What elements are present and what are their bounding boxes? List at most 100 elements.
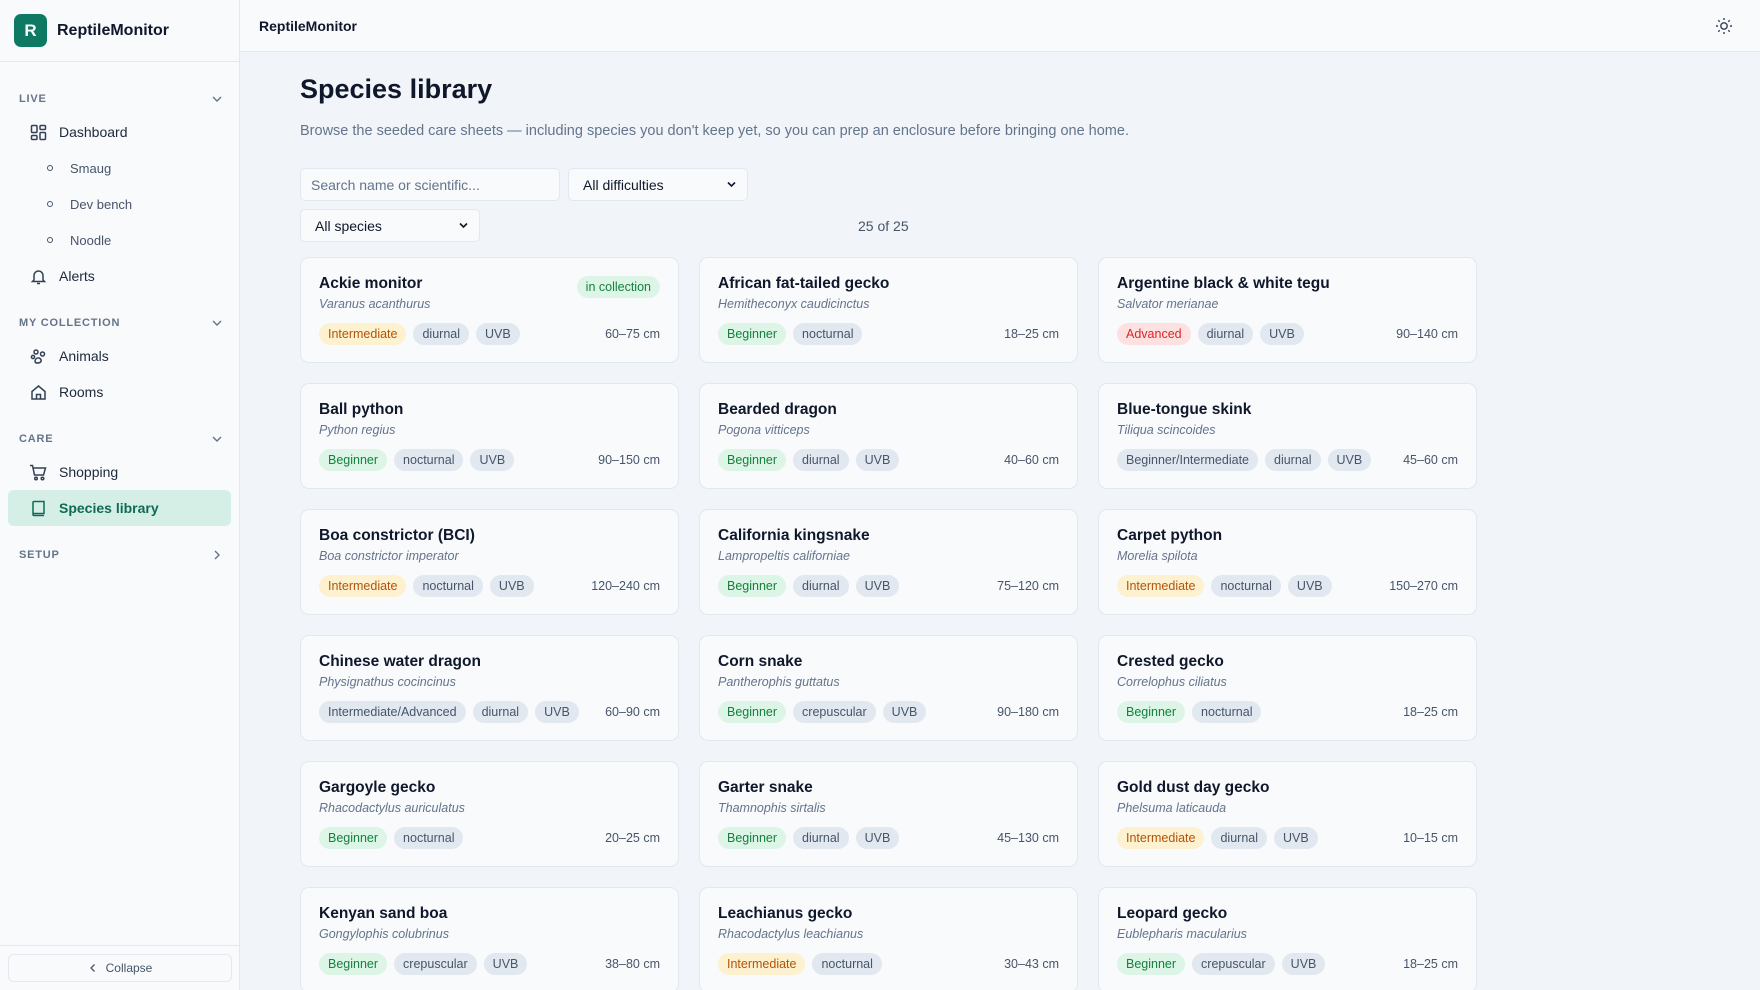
species-size: 75–120 cm (997, 579, 1059, 593)
species-size: 18–25 cm (1403, 705, 1458, 719)
sidebar-item-rooms[interactable]: Rooms (8, 374, 231, 410)
sidebar: R ReptileMonitor LIVE Dashboard Smaug De… (0, 0, 240, 990)
activity-badge: nocturnal (1211, 575, 1281, 597)
sidebar-nav: LIVE Dashboard Smaug Dev bench Noodle Al… (0, 62, 239, 570)
species-tags: Intermediate/Advanced diurnal UVB 60–90 cm (319, 701, 660, 723)
species-card[interactable]: Argentine black & white tegu Salvator mer… (1098, 257, 1477, 363)
species-card[interactable]: Chinese water dragon Physignathus cocinci… (300, 635, 679, 741)
species-tags: Beginner nocturnal UVB 90–150 cm (319, 449, 660, 471)
sidebar-item-shopping[interactable]: Shopping (8, 454, 231, 490)
species-select-value: All species (315, 217, 382, 234)
species-card[interactable]: Carpet python Morelia spilota Intermediate… (1098, 509, 1477, 615)
species-size: 60–75 cm (605, 327, 660, 341)
species-scientific-name: Salvator merianae (1117, 297, 1219, 311)
species-size: 60–90 cm (605, 705, 660, 719)
activity-badge: diurnal (472, 701, 529, 723)
sidebar-sub-item-noodle[interactable]: Noodle (0, 222, 239, 258)
difficulty-badge: Beginner (319, 449, 388, 471)
species-size: 20–25 cm (605, 831, 660, 845)
section-my-collection[interactable]: MY COLLECTION (0, 308, 239, 338)
species-size: 45–130 cm (997, 831, 1059, 845)
species-card[interactable]: Leopard gecko Eublepharis macularius Begin… (1098, 887, 1477, 990)
species-name: Gold dust day gecko (1117, 779, 1270, 796)
species-scientific-name: Hemitheconyx caudicinctus (718, 297, 870, 311)
circle-icon (47, 237, 53, 243)
section-care-label: CARE (19, 433, 54, 445)
species-card[interactable]: Gargoyle gecko Rhacodactylus auriculatus B… (300, 761, 679, 867)
uvb-badge: UVB (1260, 323, 1304, 345)
activity-badge: diurnal (1197, 323, 1254, 345)
difficulty-badge: Intermediate/Advanced (319, 701, 466, 723)
species-select[interactable]: All species (300, 209, 480, 242)
section-live-label: LIVE (19, 93, 47, 105)
sidebar-item-alerts[interactable]: Alerts (8, 258, 231, 294)
species-name: Blue-tongue skink (1117, 401, 1252, 418)
sidebar-sub-label: Noodle (70, 232, 112, 248)
species-card[interactable]: Garter snake Thamnophis sirtalis Beginner d… (699, 761, 1078, 867)
paw-icon (29, 347, 47, 365)
search-input[interactable] (300, 168, 560, 201)
difficulty-badge: Intermediate (319, 575, 407, 597)
sidebar-item-dashboard[interactable]: Dashboard (8, 114, 231, 150)
species-card[interactable]: Leachianus gecko Rhacodactylus leachianus… (699, 887, 1078, 990)
circle-icon (47, 201, 53, 207)
species-scientific-name: Python regius (319, 423, 396, 437)
section-my-collection-label: MY COLLECTION (19, 317, 121, 329)
cart-icon (29, 463, 47, 481)
uvb-badge: UVB (470, 449, 515, 471)
species-tags: Beginner nocturnal 18–25 cm (718, 323, 1059, 345)
sun-icon[interactable] (1714, 16, 1734, 36)
species-name: Leachianus gecko (718, 905, 853, 922)
species-card[interactable]: Ackie monitor Varanus acanthurus in collec… (300, 257, 679, 363)
activity-badge: diurnal (793, 827, 849, 849)
collapse-button[interactable]: Collapse (8, 954, 232, 982)
sidebar-sub-item-dev-bench[interactable]: Dev bench (0, 186, 239, 222)
section-care[interactable]: CARE (0, 424, 239, 454)
species-card[interactable]: African fat-tailed gecko Hemitheconyx cau… (699, 257, 1078, 363)
species-size: 18–25 cm (1004, 327, 1059, 341)
species-name: Garter snake (718, 779, 813, 796)
species-scientific-name: Rhacodactylus leachianus (718, 927, 864, 941)
difficulty-badge: Beginner (1117, 953, 1186, 975)
species-card[interactable]: Gold dust day gecko Phelsuma laticauda Int… (1098, 761, 1477, 867)
species-card[interactable]: Ball python Python regius Beginner nocturna… (300, 383, 679, 489)
species-tags: Beginner crepuscular UVB 90–180 cm (718, 701, 1059, 723)
species-card[interactable]: Boa constrictor (BCI) Boa constrictor imp… (300, 509, 679, 615)
activity-badge: nocturnal (394, 449, 464, 471)
collapse-label: Collapse (105, 961, 153, 975)
activity-badge: nocturnal (1192, 701, 1262, 723)
sidebar-item-animals[interactable]: Animals (8, 338, 231, 374)
chevron-down-icon (212, 320, 222, 326)
difficulty-badge: Beginner (718, 449, 787, 471)
sidebar-sub-item-smaug[interactable]: Smaug (0, 150, 239, 186)
species-card[interactable]: Blue-tongue skink Tiliqua scincoides Begin… (1098, 383, 1477, 489)
species-tags: Intermediate nocturnal 30–43 cm (718, 953, 1059, 975)
species-scientific-name: Pogona vitticeps (718, 423, 810, 437)
species-size: 40–60 cm (1004, 453, 1059, 467)
species-name: Leopard gecko (1117, 905, 1228, 922)
section-setup[interactable]: SETUP (0, 540, 239, 570)
activity-badge: nocturnal (812, 953, 882, 975)
species-scientific-name: Physignathus cocincinus (319, 675, 456, 689)
sidebar-item-animals-label: Animals (59, 348, 109, 364)
species-card[interactable]: California kingsnake Lampropeltis califor… (699, 509, 1078, 615)
section-live[interactable]: LIVE (0, 84, 239, 114)
species-card[interactable]: Bearded dragon Pogona vitticeps Beginner di… (699, 383, 1078, 489)
difficulty-select-value: All difficulties (583, 176, 664, 193)
difficulty-badge: Intermediate (1117, 575, 1205, 597)
chevron-down-icon (212, 96, 222, 102)
brand[interactable]: R ReptileMonitor (0, 0, 239, 62)
species-card[interactable]: Corn snake Pantherophis guttatus Beginner c… (699, 635, 1078, 741)
species-card[interactable]: Crested gecko Correlophus ciliatus Beginne… (1098, 635, 1477, 741)
uvb-badge: UVB (489, 575, 534, 597)
species-tags: Advanced diurnal UVB 90–140 cm (1117, 323, 1458, 345)
sidebar-item-species-library[interactable]: Species library (8, 490, 231, 526)
difficulty-select[interactable]: All difficulties (568, 168, 748, 201)
activity-badge: diurnal (793, 449, 849, 471)
species-name: Boa constrictor (BCI) (319, 527, 475, 544)
difficulty-badge: Beginner (1117, 701, 1186, 723)
uvb-badge: UVB (476, 323, 520, 345)
page-description: Browse the seeded care sheets — includin… (300, 123, 1129, 139)
species-card[interactable]: Kenyan sand boa Gongylophis colubrinus Beg… (300, 887, 679, 990)
difficulty-badge: Beginner (718, 827, 787, 849)
